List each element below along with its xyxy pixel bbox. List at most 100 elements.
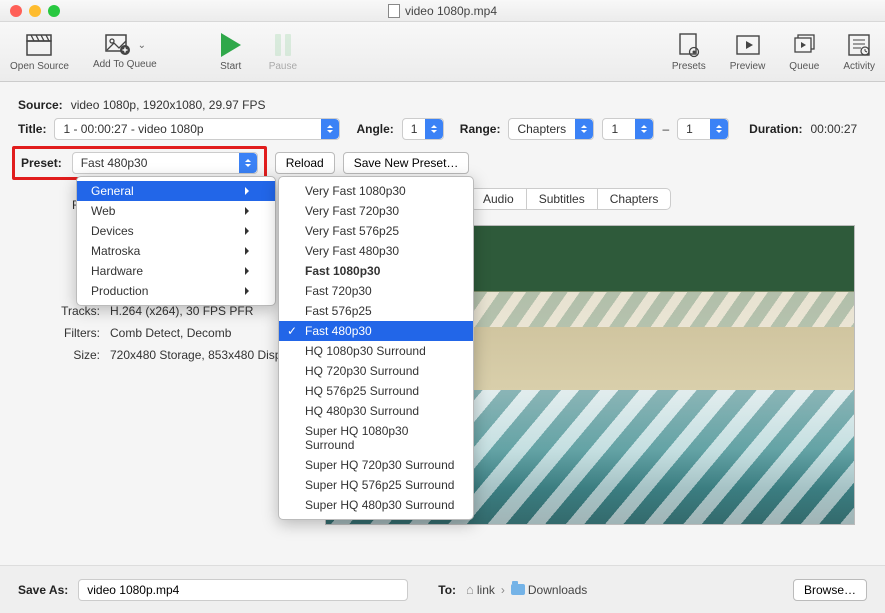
activity-button[interactable]: Activity	[843, 31, 875, 72]
preset-label: Preset:	[21, 156, 62, 170]
open-source-button[interactable]: Open Source	[10, 31, 69, 72]
tab-chapters[interactable]: Chapters	[598, 189, 671, 209]
preset-category-item[interactable]: Web	[77, 201, 275, 221]
range-to-value: 1	[686, 122, 693, 136]
range-to-select[interactable]: 1	[677, 118, 729, 140]
preset-item[interactable]: Super HQ 720p30 Surround	[279, 455, 473, 475]
updown-icon	[710, 119, 728, 139]
minimize-window-button[interactable]	[29, 5, 41, 17]
folder-icon	[511, 584, 525, 595]
chevron-right-icon	[245, 224, 253, 238]
tracks-label: Tracks:	[44, 304, 100, 318]
tab-subtitles[interactable]: Subtitles	[527, 189, 598, 209]
preset-category-item[interactable]: Matroska	[77, 241, 275, 261]
path-seg-1: Downloads	[528, 583, 587, 597]
range-separator: –	[662, 122, 669, 136]
preset-category-item[interactable]: Production	[77, 281, 275, 301]
updown-icon	[425, 119, 443, 139]
preset-item[interactable]: Super HQ 576p25 Surround	[279, 475, 473, 495]
title-select-value: 1 - 00:00:27 - video 1080p	[63, 122, 203, 136]
chevron-right-icon	[245, 204, 253, 218]
source-value: video 1080p, 1920x1080, 29.97 FPS	[71, 98, 266, 112]
preset-highlight-box: Preset: Fast 480p30	[12, 146, 267, 180]
preset-category-item[interactable]: General	[77, 181, 275, 201]
preset-category-item[interactable]: Devices	[77, 221, 275, 241]
clapperboard-icon	[25, 31, 53, 59]
add-to-queue-button[interactable]: ⌄ Add To Queue	[93, 31, 157, 72]
preview-icon	[734, 31, 762, 59]
close-window-button[interactable]	[10, 5, 22, 17]
size-value: 720x480 Storage, 853x480 Display	[110, 348, 297, 362]
pause-icon	[269, 31, 297, 59]
chevron-down-icon[interactable]: ⌄	[138, 40, 146, 51]
chevron-right-icon	[245, 184, 253, 198]
preset-items-menu[interactable]: Very Fast 1080p30Very Fast 720p30Very Fa…	[278, 176, 474, 520]
updown-icon	[239, 153, 257, 173]
preset-item[interactable]: HQ 480p30 Surround	[279, 401, 473, 421]
preset-item[interactable]: Fast 1080p30	[279, 261, 473, 281]
save-as-label: Save As:	[18, 583, 68, 597]
preset-item[interactable]: Very Fast 1080p30	[279, 181, 473, 201]
window-titlebar: video 1080p.mp4	[0, 0, 885, 22]
main-toolbar: Open Source ⌄ Add To Queue Start Pause	[0, 22, 885, 82]
source-label: Source:	[18, 98, 63, 112]
reload-button[interactable]: Reload	[275, 152, 335, 174]
fullscreen-window-button[interactable]	[48, 5, 60, 17]
angle-value: 1	[411, 122, 418, 136]
updown-icon	[635, 119, 653, 139]
angle-label: Angle:	[356, 122, 393, 136]
queue-label: Queue	[789, 61, 819, 72]
preview-label: Preview	[730, 61, 766, 72]
home-icon: ⌂	[466, 582, 474, 597]
save-new-preset-label: Save New Preset…	[354, 156, 459, 170]
preset-select-value: Fast 480p30	[81, 156, 148, 170]
filters-label: Filters:	[44, 326, 100, 340]
preset-item[interactable]: Super HQ 480p30 Surround	[279, 495, 473, 515]
preset-item[interactable]: Super HQ 1080p30 Surround	[279, 421, 473, 455]
duration-value: 00:00:27	[810, 122, 857, 136]
save-as-input[interactable]	[78, 579, 408, 601]
preset-item[interactable]: Fast 576p25	[279, 301, 473, 321]
preset-item[interactable]: HQ 1080p30 Surround	[279, 341, 473, 361]
range-label: Range:	[460, 122, 501, 136]
angle-select[interactable]: 1	[402, 118, 444, 140]
preset-item[interactable]: Fast 480p30	[279, 321, 473, 341]
presets-button[interactable]: Presets	[672, 31, 706, 72]
duration-label: Duration:	[749, 122, 802, 136]
filters-value: Comb Detect, Decomb	[110, 326, 231, 340]
path-seg-0: link	[477, 583, 495, 597]
range-from-value: 1	[611, 122, 618, 136]
path-separator-icon	[499, 583, 507, 597]
preset-select[interactable]: Fast 480p30	[72, 152, 258, 174]
preset-category-item[interactable]: Hardware	[77, 261, 275, 281]
pause-button[interactable]: Pause	[269, 31, 297, 72]
presets-label: Presets	[672, 61, 706, 72]
start-button[interactable]: Start	[217, 31, 245, 72]
queue-button[interactable]: Queue	[789, 31, 819, 72]
save-new-preset-button[interactable]: Save New Preset…	[343, 152, 470, 174]
tracks-value: H.264 (x264), 30 FPS PFR	[110, 304, 253, 318]
browse-label: Browse…	[804, 583, 856, 597]
play-icon	[217, 31, 245, 59]
document-icon	[388, 4, 400, 18]
tabs-segmented: Audio Subtitles Chapters	[470, 188, 671, 210]
range-from-select[interactable]: 1	[602, 118, 654, 140]
add-to-queue-label: Add To Queue	[93, 59, 157, 70]
preset-item[interactable]: HQ 720p30 Surround	[279, 361, 473, 381]
preset-item[interactable]: Very Fast 576p25	[279, 221, 473, 241]
preset-item[interactable]: Very Fast 720p30	[279, 201, 473, 221]
presets-doc-gear-icon	[675, 31, 703, 59]
browse-button[interactable]: Browse…	[793, 579, 867, 601]
title-select[interactable]: 1 - 00:00:27 - video 1080p	[54, 118, 340, 140]
title-label: Title:	[18, 122, 46, 136]
preset-item[interactable]: Fast 720p30	[279, 281, 473, 301]
preview-button[interactable]: Preview	[730, 31, 766, 72]
window-traffic-lights	[10, 5, 60, 17]
preset-item[interactable]: Very Fast 480p30	[279, 241, 473, 261]
preset-category-menu[interactable]: GeneralWebDevicesMatroskaHardwareProduct…	[76, 176, 276, 306]
destination-path[interactable]: ⌂link Downloads	[466, 582, 587, 597]
preset-item[interactable]: HQ 576p25 Surround	[279, 381, 473, 401]
range-type-select[interactable]: Chapters	[508, 118, 594, 140]
bottom-bar: Save As: To: ⌂link Downloads Browse…	[0, 565, 885, 613]
tab-audio[interactable]: Audio	[471, 189, 527, 209]
